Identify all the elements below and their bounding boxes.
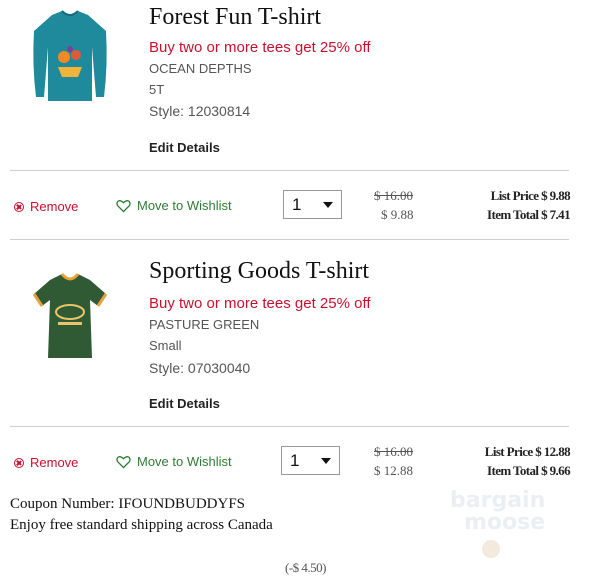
heart-icon [116, 455, 131, 469]
remove-button[interactable]: Remove [14, 199, 78, 214]
promo-text: Buy two or more tees get 25% off [149, 39, 371, 56]
remove-button[interactable]: Remove [14, 455, 78, 470]
quantity-value: 1 [292, 194, 302, 214]
sale-price: $ 12.88 [374, 463, 413, 478]
chevron-down-icon [323, 201, 333, 208]
quantity-select[interactable]: 1 [283, 190, 342, 219]
remove-label: Remove [30, 455, 79, 470]
product-style: Style: 12030814 [149, 103, 251, 119]
move-to-wishlist-button[interactable]: Move to Wishlist [116, 454, 232, 469]
product-thumbnail[interactable] [22, 262, 118, 366]
move-to-wishlist-button[interactable]: Move to Wishlist [116, 198, 232, 213]
edit-details-link[interactable]: Edit Details [149, 140, 220, 155]
item-total: Item Total $ 7.41 [487, 207, 571, 222]
remove-icon [14, 457, 24, 468]
shipping-message: Enjoy free standard shipping across Cana… [10, 517, 273, 533]
product-size: 5T [149, 82, 165, 97]
product-title[interactable]: Forest Fun T-shirt [149, 4, 321, 31]
watermark-logo: bargain moose [430, 488, 570, 568]
divider [10, 239, 569, 240]
product-thumbnail[interactable] [22, 5, 118, 109]
edit-details-link[interactable]: Edit Details [149, 396, 220, 411]
product-title[interactable]: Sporting Goods T-shirt [149, 258, 369, 285]
list-price: List Price $ 12.88 [484, 444, 571, 459]
tshirt-icon [33, 10, 107, 101]
product-color: PASTURE GREEN [149, 317, 260, 332]
remove-label: Remove [30, 199, 79, 214]
wishlist-label: Move to Wishlist [137, 454, 232, 469]
moose-icon [482, 540, 500, 558]
original-price: $ 16.00 [374, 188, 413, 203]
list-price: List Price $ 9.88 [490, 188, 571, 203]
item-total: Item Total $ 9.66 [487, 463, 571, 478]
coupon-number: Coupon Number: IFOUNDBUDDYFS [10, 496, 246, 512]
sale-price: $ 9.88 [381, 207, 414, 222]
wishlist-label: Move to Wishlist [137, 198, 232, 213]
quantity-value: 1 [290, 450, 300, 470]
divider [10, 426, 569, 427]
divider [10, 170, 569, 171]
remove-icon [14, 201, 24, 212]
watermark-line2: moose [464, 510, 546, 535]
chevron-down-icon [321, 457, 331, 464]
product-size: Small [149, 338, 182, 353]
quantity-select[interactable]: 1 [281, 446, 340, 475]
product-style: Style: 07030040 [149, 360, 251, 376]
discount-amount: (-$ 4.50) [285, 560, 327, 575]
original-price: $ 16.00 [374, 444, 413, 459]
tshirt-icon [32, 273, 108, 358]
heart-icon [116, 199, 131, 213]
promo-text: Buy two or more tees get 25% off [149, 295, 371, 312]
product-color: OCEAN DEPTHS [149, 61, 252, 76]
